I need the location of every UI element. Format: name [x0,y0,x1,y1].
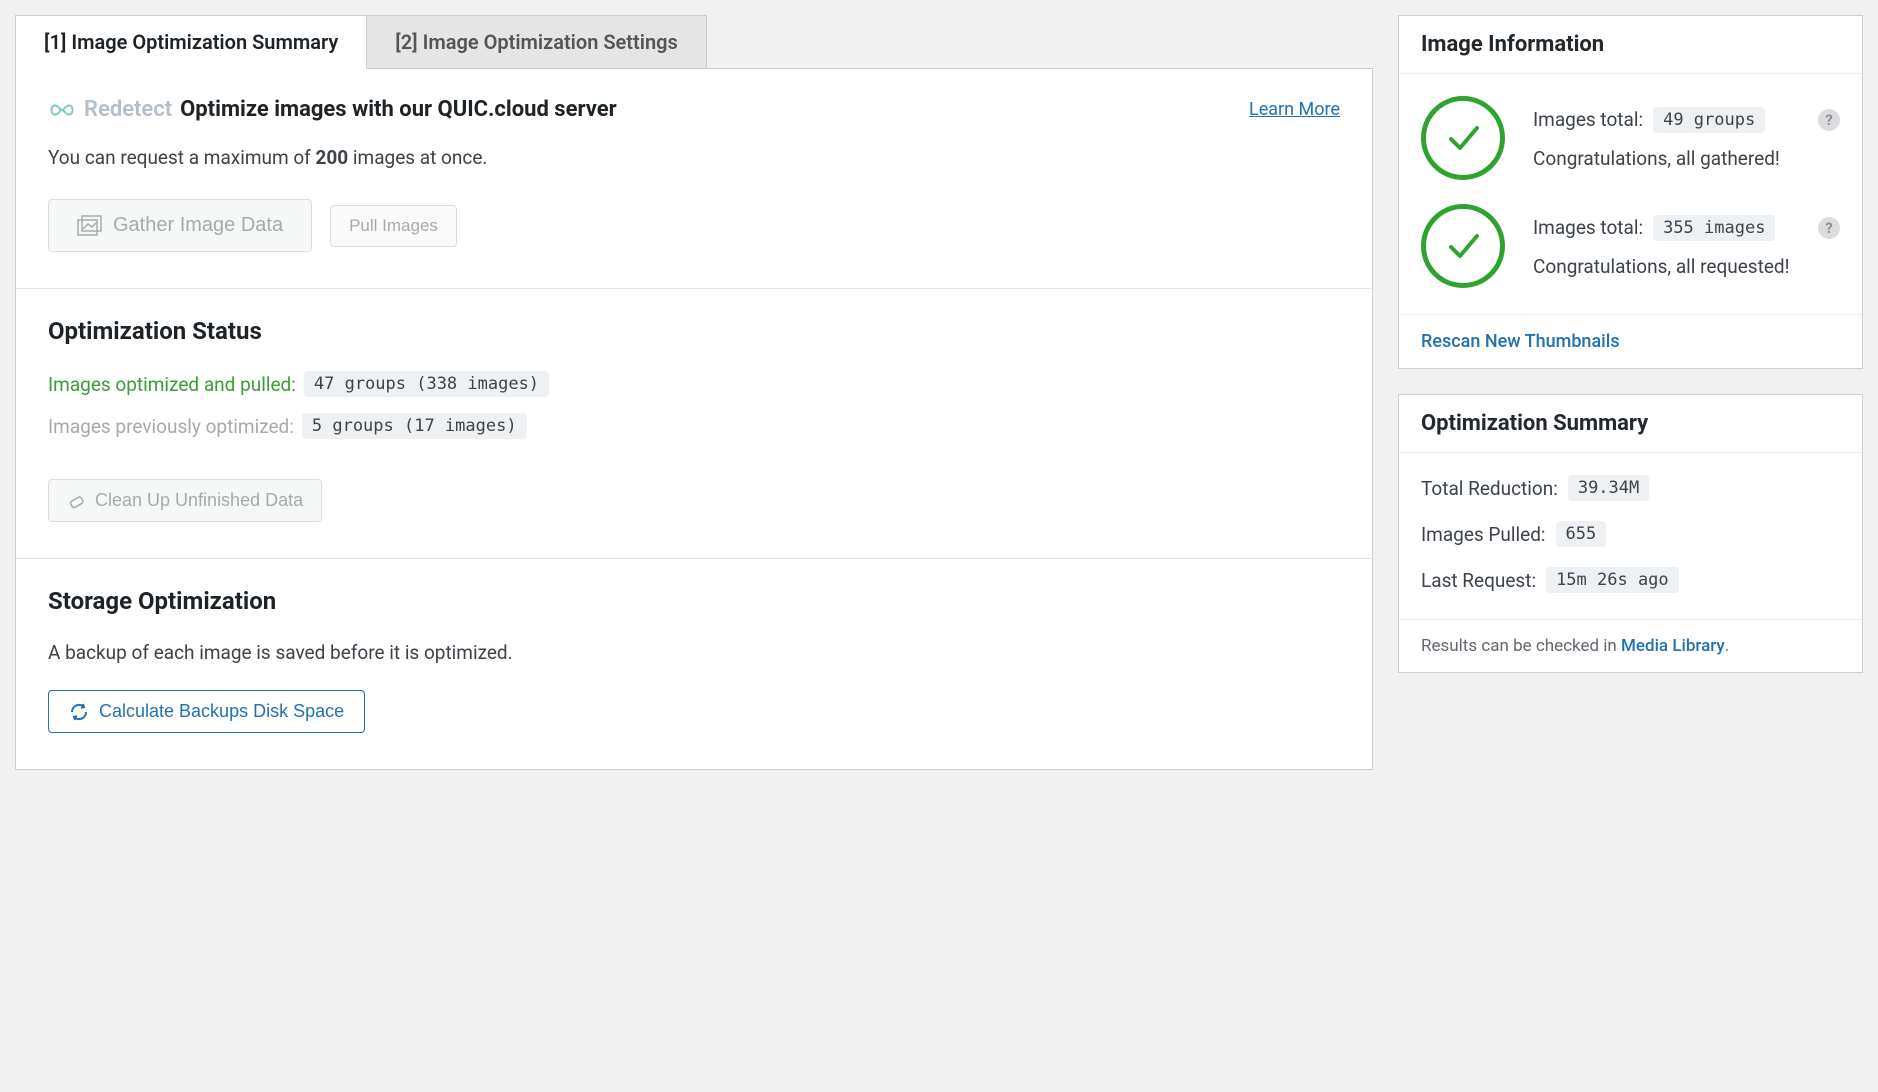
info-images-message: Congratulations, all requested! [1533,255,1840,278]
storage-desc: A backup of each image is saved before i… [48,641,1340,664]
status-optimized-pulled: Images optimized and pulled: 47 groups (… [48,371,1340,397]
tab-content: Redetect Optimize images with our QUIC.c… [15,68,1373,770]
gather-image-data-button[interactable]: Gather Image Data [48,199,312,252]
sidebar-column: Image Information Images total: 49 group… [1398,15,1863,770]
redetect-label: Redetect [84,97,172,122]
info-images-row: Images total: 355 images ? Congratulatio… [1421,204,1840,288]
image-info-heading: Image Information [1399,16,1862,74]
calculate-backups-button[interactable]: Calculate Backups Disk Space [48,690,365,733]
total-reduction-line: Total Reduction: 39.34M [1421,475,1840,501]
help-icon[interactable]: ? [1818,217,1840,239]
optimization-summary-box: Optimization Summary Total Reduction: 39… [1398,394,1863,673]
pull-images-button[interactable]: Pull Images [330,205,457,247]
clean-up-button[interactable]: Clean Up Unfinished Data [48,479,322,522]
learn-more-link[interactable]: Learn More [1249,99,1340,120]
tabs: [1] Image Optimization Summary [2] Image… [15,15,1373,69]
status-heading: Optimization Status [48,317,1340,345]
section-status: Optimization Status Images optimized and… [16,288,1372,558]
gallery-icon [77,215,103,237]
last-request-line: Last Request: 15m 26s ago [1421,567,1840,593]
help-icon[interactable]: ? [1818,109,1840,131]
images-pulled-line: Images Pulled: 655 [1421,521,1840,547]
summary-footer: Results can be checked in Media Library. [1399,619,1862,672]
tab-summary[interactable]: [1] Image Optimization Summary [15,15,367,69]
success-check-icon [1421,204,1505,288]
info-groups-row: Images total: 49 groups ? Congratulation… [1421,96,1840,180]
success-check-icon [1421,96,1505,180]
info-groups-message: Congratulations, all gathered! [1533,147,1840,170]
optimize-title: Optimize images with our QUIC.cloud serv… [180,97,617,122]
main-column: [1] Image Optimization Summary [2] Image… [15,15,1373,770]
infinity-icon [48,101,76,119]
eraser-icon [67,492,85,510]
refresh-icon [69,702,89,722]
tab-settings[interactable]: [2] Image Optimization Settings [366,15,707,69]
optimization-summary-heading: Optimization Summary [1399,395,1862,453]
redetect-button[interactable]: Redetect [48,97,172,122]
rescan-thumbnails-link[interactable]: Rescan New Thumbnails [1421,331,1620,352]
section-optimize: Redetect Optimize images with our QUIC.c… [16,69,1372,288]
storage-heading: Storage Optimization [48,587,1340,615]
image-information-box: Image Information Images total: 49 group… [1398,15,1863,369]
media-library-link[interactable]: Media Library [1621,636,1725,656]
section-storage: Storage Optimization A backup of each im… [16,558,1372,769]
status-prev-optimized: Images previously optimized: 5 groups (1… [48,413,1340,439]
max-desc: You can request a maximum of 200 images … [48,146,1340,169]
